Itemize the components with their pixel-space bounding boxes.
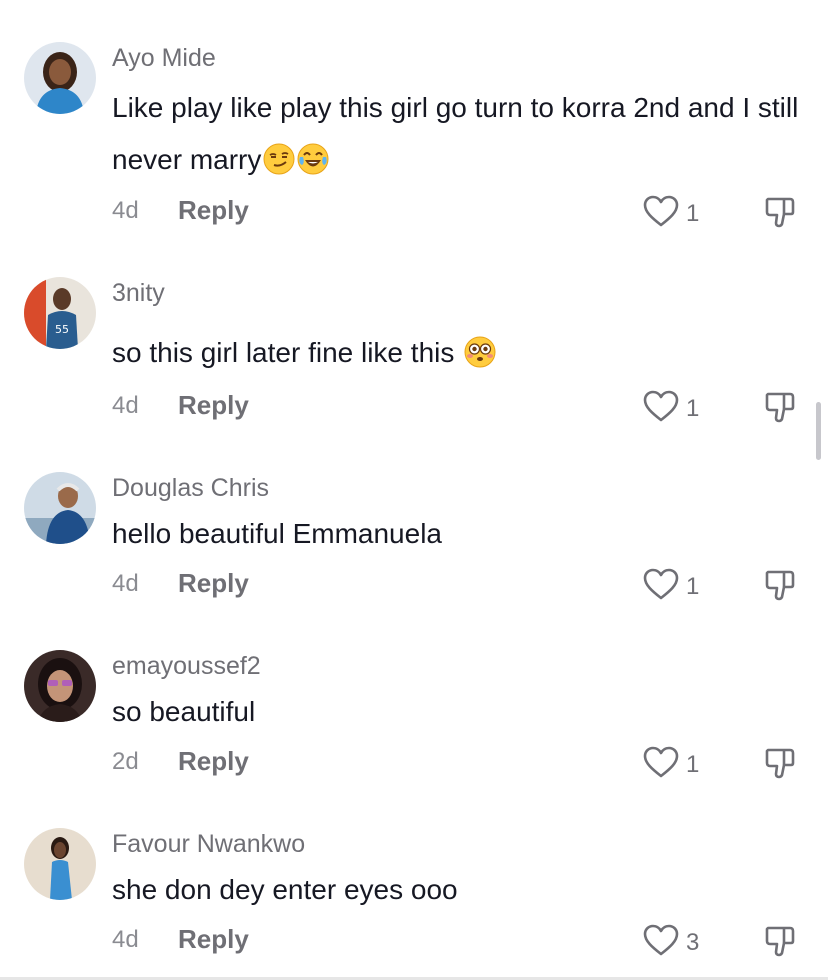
dislike-button[interactable] <box>762 194 798 230</box>
comment-username[interactable]: 3nity <box>112 279 165 308</box>
comment-age: 4d <box>112 392 139 419</box>
reply-button[interactable]: Reply <box>178 195 249 226</box>
like-count: 1 <box>686 751 700 778</box>
thumbs-down-icon <box>765 570 795 601</box>
comment-username[interactable]: emayoussef2 <box>112 652 261 681</box>
comment-text: Like play like play this girl go turn to… <box>112 82 812 186</box>
comment-text: so this girl later fine like this <box>112 327 812 379</box>
like-count: 1 <box>686 573 700 600</box>
comment-age: 4d <box>112 570 139 597</box>
comment-meta: 4d Reply 1 <box>112 565 812 605</box>
avatar[interactable] <box>24 828 96 900</box>
thumbs-down-icon <box>765 197 795 228</box>
thumbs-down-icon <box>765 392 795 423</box>
comment-meta: 4d Reply 3 <box>112 921 812 961</box>
svg-text:55: 55 <box>55 323 69 336</box>
heart-icon <box>643 924 679 956</box>
comment-age: 4d <box>112 197 139 224</box>
comment-text: hello beautiful Emmanuela <box>112 508 812 560</box>
reply-button[interactable]: Reply <box>178 390 249 421</box>
comment-text: so beautiful <box>112 686 812 738</box>
like-count: 3 <box>686 929 700 956</box>
comment-username[interactable]: Favour Nwankwo <box>112 830 305 859</box>
reply-button[interactable]: Reply <box>178 924 249 955</box>
thumbs-down-icon <box>765 748 795 779</box>
smirk-emoji-icon <box>263 143 295 175</box>
dislike-button[interactable] <box>762 923 798 959</box>
reply-button[interactable]: Reply <box>178 746 249 777</box>
comment-text-content: Like play like play this girl go turn to… <box>112 92 799 175</box>
avatar[interactable]: 55 <box>24 277 96 349</box>
dislike-button[interactable] <box>762 389 798 425</box>
comment-username[interactable]: Douglas Chris <box>112 474 269 503</box>
comment-meta: 4d Reply 1 <box>112 387 812 427</box>
like-count: 1 <box>686 200 700 227</box>
avatar[interactable] <box>24 472 96 544</box>
comment-meta: 2d Reply 1 <box>112 743 812 783</box>
heart-icon <box>643 390 679 422</box>
heart-icon <box>643 746 679 778</box>
avatar[interactable] <box>24 42 96 114</box>
comment-text-content: hello beautiful Emmanuela <box>112 518 442 549</box>
reply-button[interactable]: Reply <box>178 568 249 599</box>
heart-icon <box>643 195 679 227</box>
comment-text-content: so this girl later fine like this <box>112 337 455 368</box>
tears-of-joy-emoji-icon <box>297 143 329 175</box>
thumbs-down-icon <box>765 926 795 957</box>
comment-text-content: so beautiful <box>112 696 256 727</box>
comment-username[interactable]: Ayo Mide <box>112 44 216 73</box>
comment-age: 4d <box>112 926 139 953</box>
comment-text: she don dey enter eyes ooo <box>112 864 812 916</box>
dislike-button[interactable] <box>762 745 798 781</box>
dislike-button[interactable] <box>762 567 798 603</box>
comment-age: 2d <box>112 748 139 775</box>
comments-screen: Ayo Mide Like play like play this girl g… <box>0 0 828 980</box>
flushed-emoji-icon <box>464 336 496 368</box>
comment-text-content: she don dey enter eyes ooo <box>112 874 458 905</box>
scrollbar-thumb[interactable] <box>816 402 821 460</box>
heart-icon <box>643 568 679 600</box>
avatar[interactable] <box>24 650 96 722</box>
comment-meta: 4d Reply 1 <box>112 192 812 232</box>
like-count: 1 <box>686 395 700 422</box>
